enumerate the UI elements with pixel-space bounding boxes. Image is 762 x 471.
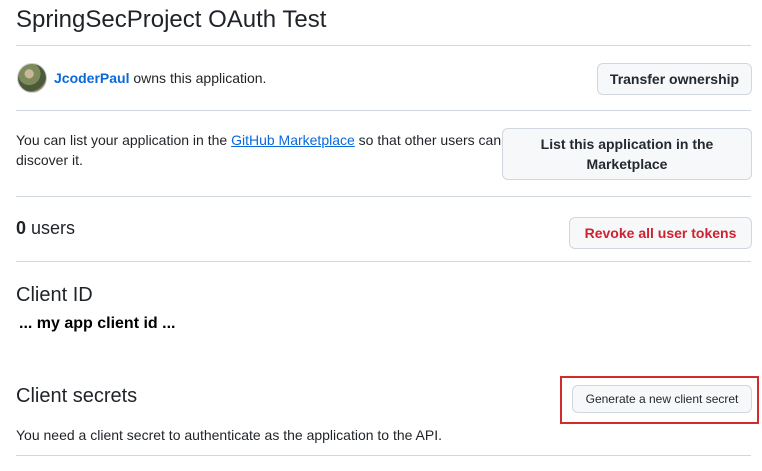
owner-username-link[interactable]: JcoderPaul bbox=[54, 70, 129, 86]
transfer-ownership-button[interactable]: Transfer ownership bbox=[597, 63, 752, 95]
users-count-number: 0 bbox=[16, 218, 27, 238]
client-secrets-heading: Client secrets bbox=[16, 385, 138, 407]
marketplace-text-before: You can list your application in the bbox=[16, 132, 232, 148]
app-title: SpringSecProject OAuth Test bbox=[16, 6, 327, 33]
github-marketplace-link[interactable]: GitHub Marketplace bbox=[231, 132, 355, 148]
generate-client-secret-button[interactable]: Generate a new client secret bbox=[572, 385, 752, 413]
owner-suffix: owns this application. bbox=[129, 70, 267, 86]
avatar[interactable] bbox=[17, 63, 47, 93]
owner-line: JcoderPaul owns this application. bbox=[54, 70, 266, 86]
marketplace-description: You can list your application in the Git… bbox=[16, 130, 506, 170]
divider bbox=[16, 261, 751, 262]
revoke-all-tokens-button[interactable]: Revoke all user tokens bbox=[569, 217, 752, 249]
client-id-value: ... my app client id ... bbox=[19, 315, 176, 332]
users-count: 0 users bbox=[16, 218, 75, 239]
users-count-label: users bbox=[26, 218, 76, 238]
divider bbox=[16, 455, 751, 456]
list-in-marketplace-button[interactable]: List this application in the Marketplace bbox=[502, 128, 752, 180]
client-id-heading: Client ID bbox=[16, 284, 93, 306]
divider bbox=[16, 110, 751, 111]
divider bbox=[16, 196, 751, 197]
client-secret-description: You need a client secret to authenticate… bbox=[16, 427, 443, 443]
divider bbox=[16, 45, 751, 46]
